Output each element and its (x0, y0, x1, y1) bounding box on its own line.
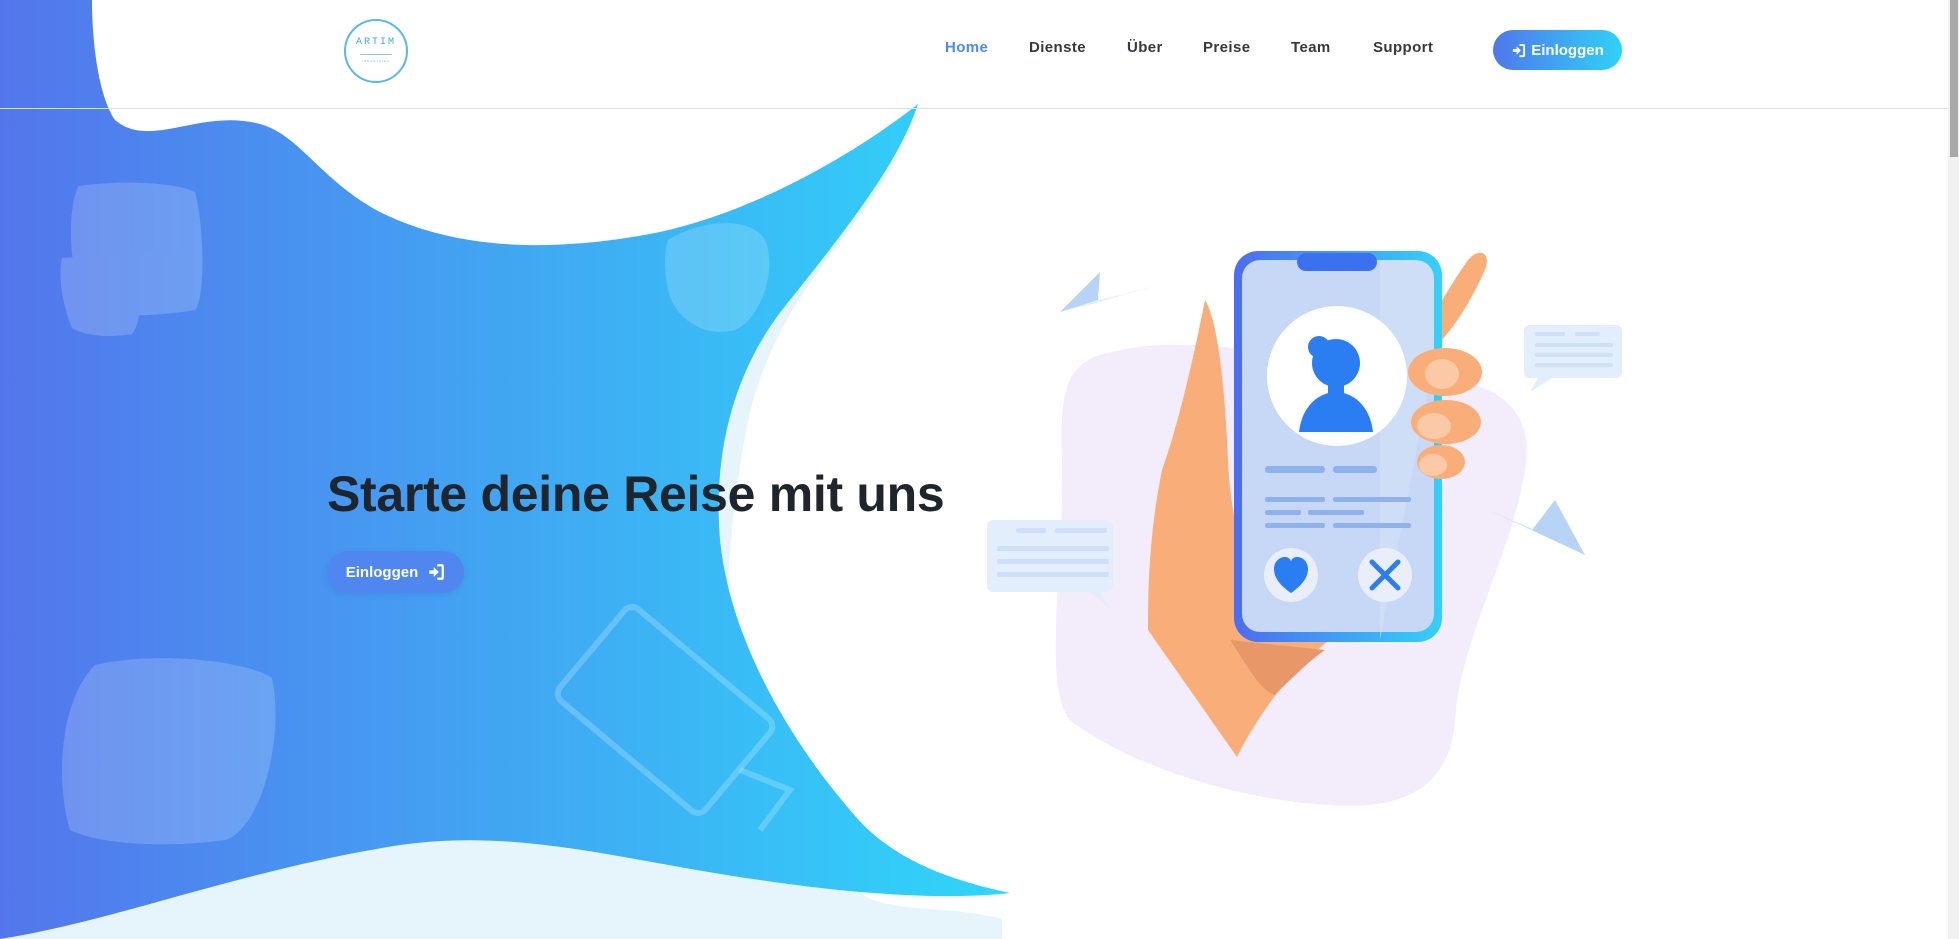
nav-item-team[interactable]: Team (1291, 39, 1331, 56)
header-login-button[interactable]: Einloggen (1493, 30, 1622, 70)
site-header: ARTIM INDUSTRIES Home Dienste Über Preis… (0, 0, 1948, 109)
brand-logo[interactable]: ARTIM INDUSTRIES (344, 19, 408, 83)
nav-item-home[interactable]: Home (945, 39, 988, 56)
scrollbar-thumb[interactable] (1950, 0, 1958, 157)
hero-login-button[interactable]: Einloggen (327, 551, 464, 593)
sign-in-icon (429, 564, 445, 580)
paper-plane-icon (1060, 272, 1157, 312)
chat-bubble-icon (1524, 325, 1622, 392)
logo-divider (360, 54, 392, 55)
hero-login-label: Einloggen (345, 563, 419, 581)
nav-item-dienste[interactable]: Dienste (1029, 39, 1086, 56)
sign-in-icon (1513, 43, 1526, 57)
chat-bubble-icon (987, 520, 1113, 608)
phone-notch (1297, 253, 1377, 271)
thumb (1442, 252, 1487, 340)
hero-title: Starte deine Reise mit uns (327, 466, 945, 522)
header-login-label: Einloggen (1531, 41, 1604, 59)
nav-item-preise[interactable]: Preise (1203, 39, 1250, 56)
logo-subtext: INDUSTRIES (361, 59, 391, 63)
logo-text: ARTIM (355, 37, 396, 48)
dating-app-illustration (987, 251, 1622, 806)
nav-item-support[interactable]: Support (1373, 39, 1433, 56)
nav-item-ueber[interactable]: Über (1127, 39, 1163, 56)
